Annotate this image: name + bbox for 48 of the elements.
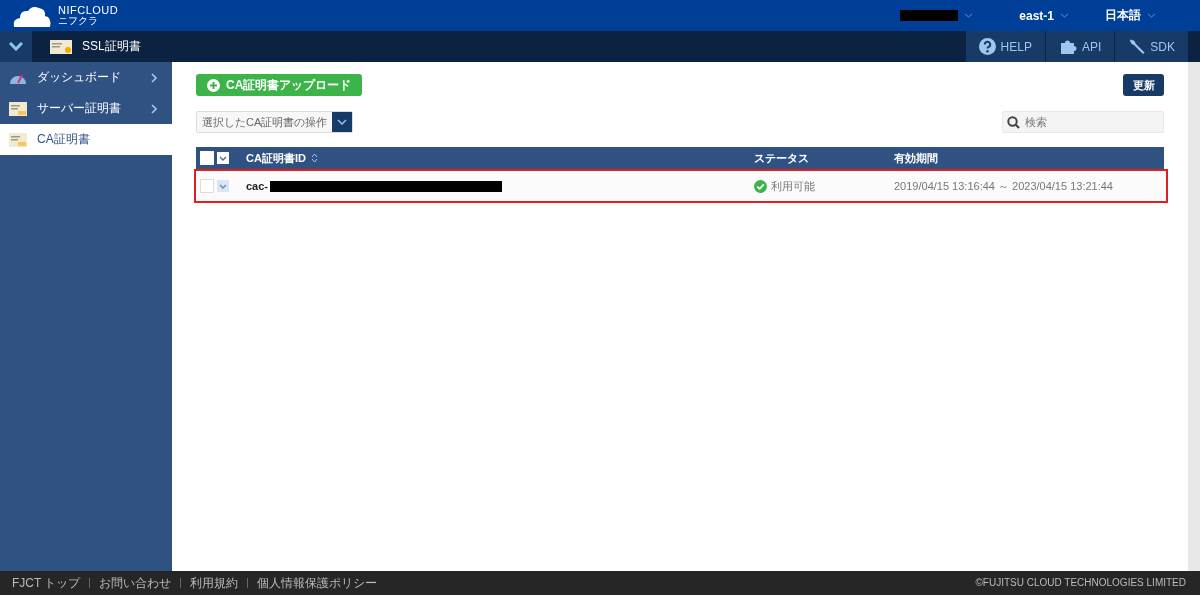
- chevron-icon[interactable]: [217, 180, 229, 192]
- plus-circle-icon: [207, 78, 220, 92]
- footer-link[interactable]: お問い合わせ: [99, 575, 172, 591]
- certificate-icon: [9, 101, 27, 116]
- scrollbar[interactable]: [1188, 62, 1200, 571]
- region-dropdown[interactable]: east-1: [1013, 8, 1060, 23]
- api-link[interactable]: API: [1044, 31, 1115, 62]
- sidebar-item[interactable]: CA証明書: [0, 124, 172, 155]
- logo-text: NIFCLOUD: [58, 5, 119, 16]
- table-row[interactable]: cac- 利用可能 2019/04/15 13:16:44 ～ 2023/04/15 13:21:44: [194, 169, 1168, 203]
- chevron-icon[interactable]: [217, 152, 229, 164]
- wrench-icon: [1128, 38, 1146, 55]
- table-cell: cac-: [246, 180, 269, 192]
- redaction-bar: [900, 10, 959, 21]
- footer-link[interactable]: 利用規約: [190, 575, 239, 591]
- page-title: SSL証明書: [82, 38, 141, 55]
- check-circle-icon: [754, 179, 767, 193]
- column-header: 有効期間: [894, 151, 938, 164]
- chevron-icon: [151, 72, 157, 83]
- chevron-icon: [9, 42, 23, 51]
- chevron-icon: [964, 13, 974, 18]
- column-header: ステータス: [754, 150, 809, 166]
- status-text: 利用可能: [771, 178, 815, 194]
- search-icon: [1007, 116, 1020, 129]
- language-dropdown[interactable]: 日本語: [1099, 7, 1147, 24]
- logo-subtext: ニフクラ: [58, 16, 99, 26]
- chevron-icon: [337, 119, 348, 125]
- chevron-icon: [1060, 13, 1069, 18]
- action-dropdown[interactable]: 選択したCA証明書の操作: [196, 111, 354, 133]
- checkbox[interactable]: [200, 179, 214, 193]
- help-icon: [978, 38, 996, 55]
- certificate-icon: [9, 132, 27, 147]
- sort-icon[interactable]: [310, 153, 318, 163]
- puzzle-icon: [1058, 38, 1077, 55]
- footer-link[interactable]: FJCT トップ: [12, 575, 81, 591]
- sdk-link[interactable]: SDK: [1114, 31, 1188, 62]
- chevron-icon: [1147, 13, 1156, 18]
- refresh-button[interactable]: 更新: [1123, 74, 1164, 96]
- search-field[interactable]: 検索: [1002, 111, 1164, 133]
- cloud-icon: [12, 4, 52, 27]
- table-cell: 2019/04/15 13:16:44 ～ 2023/04/15 13:21:44: [894, 179, 1113, 192]
- chevron-icon: [151, 103, 157, 114]
- footer-link[interactable]: 個人情報保護ポリシー: [257, 575, 378, 591]
- certificate-icon: [50, 39, 72, 54]
- menu-toggle-button[interactable]: [0, 31, 32, 62]
- help-link[interactable]: HELP: [964, 31, 1045, 62]
- column-header[interactable]: CA証明書ID: [246, 150, 306, 166]
- copyright-text: ©FUJITSU CLOUD TECHNOLOGIES LIMITED: [975, 576, 1186, 590]
